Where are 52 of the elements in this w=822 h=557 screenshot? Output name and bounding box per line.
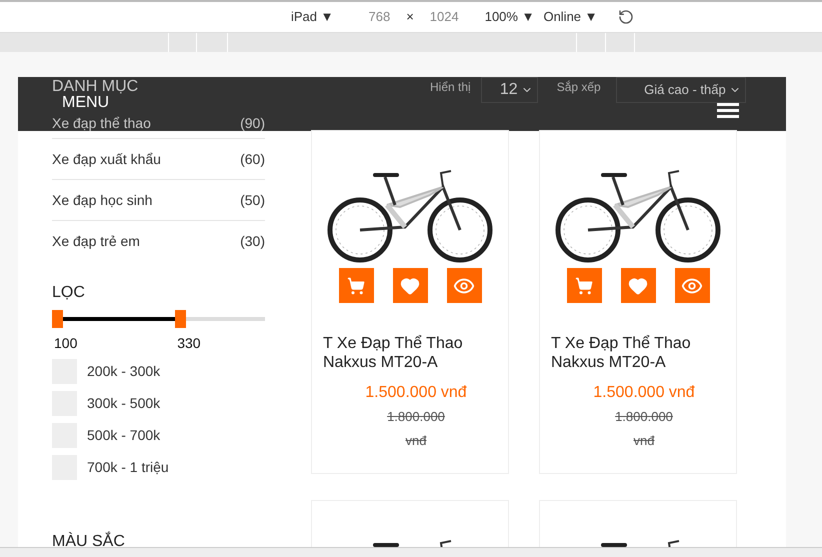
category-count: (50): [240, 190, 265, 210]
menu-label[interactable]: MENU: [62, 95, 110, 111]
price-option-label: 700k - 1 triệu: [87, 458, 169, 476]
product-name: T Xe Đạp Thể Thao Nakxus MT20-A: [550, 334, 692, 372]
product-name: T Xe Đạp Thể Thao Nakxus MT20-A: [322, 334, 464, 372]
category-count: (30): [240, 232, 265, 251]
category-count: (90): [240, 115, 265, 131]
range-handle[interactable]: [175, 310, 186, 328]
category-item[interactable]: Xe đạp trẻ em (30): [52, 221, 265, 262]
sort-label: Sắp xếp: [556, 79, 601, 96]
quick-view-button[interactable]: [446, 268, 482, 303]
wishlist-button[interactable]: [620, 268, 656, 303]
old-price: 1.800.000 vnđ: [386, 408, 446, 450]
range-slider[interactable]: [52, 310, 265, 328]
device-select[interactable]: iPad ▼: [291, 7, 334, 27]
product-price: 1.500.000 vnđ: [365, 384, 467, 401]
product-price: 1.500.000 vnđ: [593, 384, 695, 401]
height-field[interactable]: 1024: [430, 7, 459, 27]
range-handle[interactable]: [52, 310, 63, 328]
category-name: Xe đạp xuất khẩu: [52, 150, 161, 169]
price-option-label: 300k - 500k: [87, 394, 160, 412]
category-heading: DANH MỤC: [52, 79, 140, 95]
color-heading: MÀU SẮC: [52, 530, 126, 547]
filter-heading: LỌC: [52, 283, 86, 303]
width-field[interactable]: 768: [368, 7, 390, 27]
heart-icon: [400, 276, 420, 296]
range-value: 330: [177, 334, 201, 353]
category-item[interactable]: Xe đạp xuất khẩu (60): [52, 139, 265, 180]
quick-view-button[interactable]: [674, 268, 710, 303]
rotate-icon[interactable]: [618, 9, 634, 25]
wishlist-button[interactable]: [392, 268, 428, 303]
category-name: Xe đạp học sinh: [52, 190, 152, 210]
zoom-select[interactable]: 100% ▼: [484, 7, 534, 27]
price-option-label: 200k - 300k: [87, 362, 160, 380]
range-value: 100: [54, 334, 78, 353]
category-count: (60): [240, 150, 265, 169]
heart-icon: [628, 276, 648, 296]
price-option-label: 500k - 700k: [87, 426, 160, 444]
network-select[interactable]: Online ▼: [543, 7, 598, 27]
category-item[interactable]: Xe đạp học sinh (50): [52, 180, 265, 221]
times-sign: ×: [406, 8, 414, 26]
show-select[interactable]: 12: [480, 77, 538, 103]
cart-icon: [347, 276, 365, 294]
sort-select[interactable]: Giá cao - thấp: [616, 77, 746, 103]
category-name: Xe đạp trẻ em: [52, 232, 140, 251]
show-label: Hiển thị: [430, 79, 471, 96]
cart-icon: [575, 276, 593, 294]
old-price: 1.800.000 vnđ: [614, 408, 674, 450]
add-to-cart-button[interactable]: [566, 268, 602, 303]
menu-icon[interactable]: [717, 103, 739, 118]
add-to-cart-button[interactable]: [338, 268, 374, 303]
category-name: Xe đạp thể thao: [52, 115, 151, 131]
